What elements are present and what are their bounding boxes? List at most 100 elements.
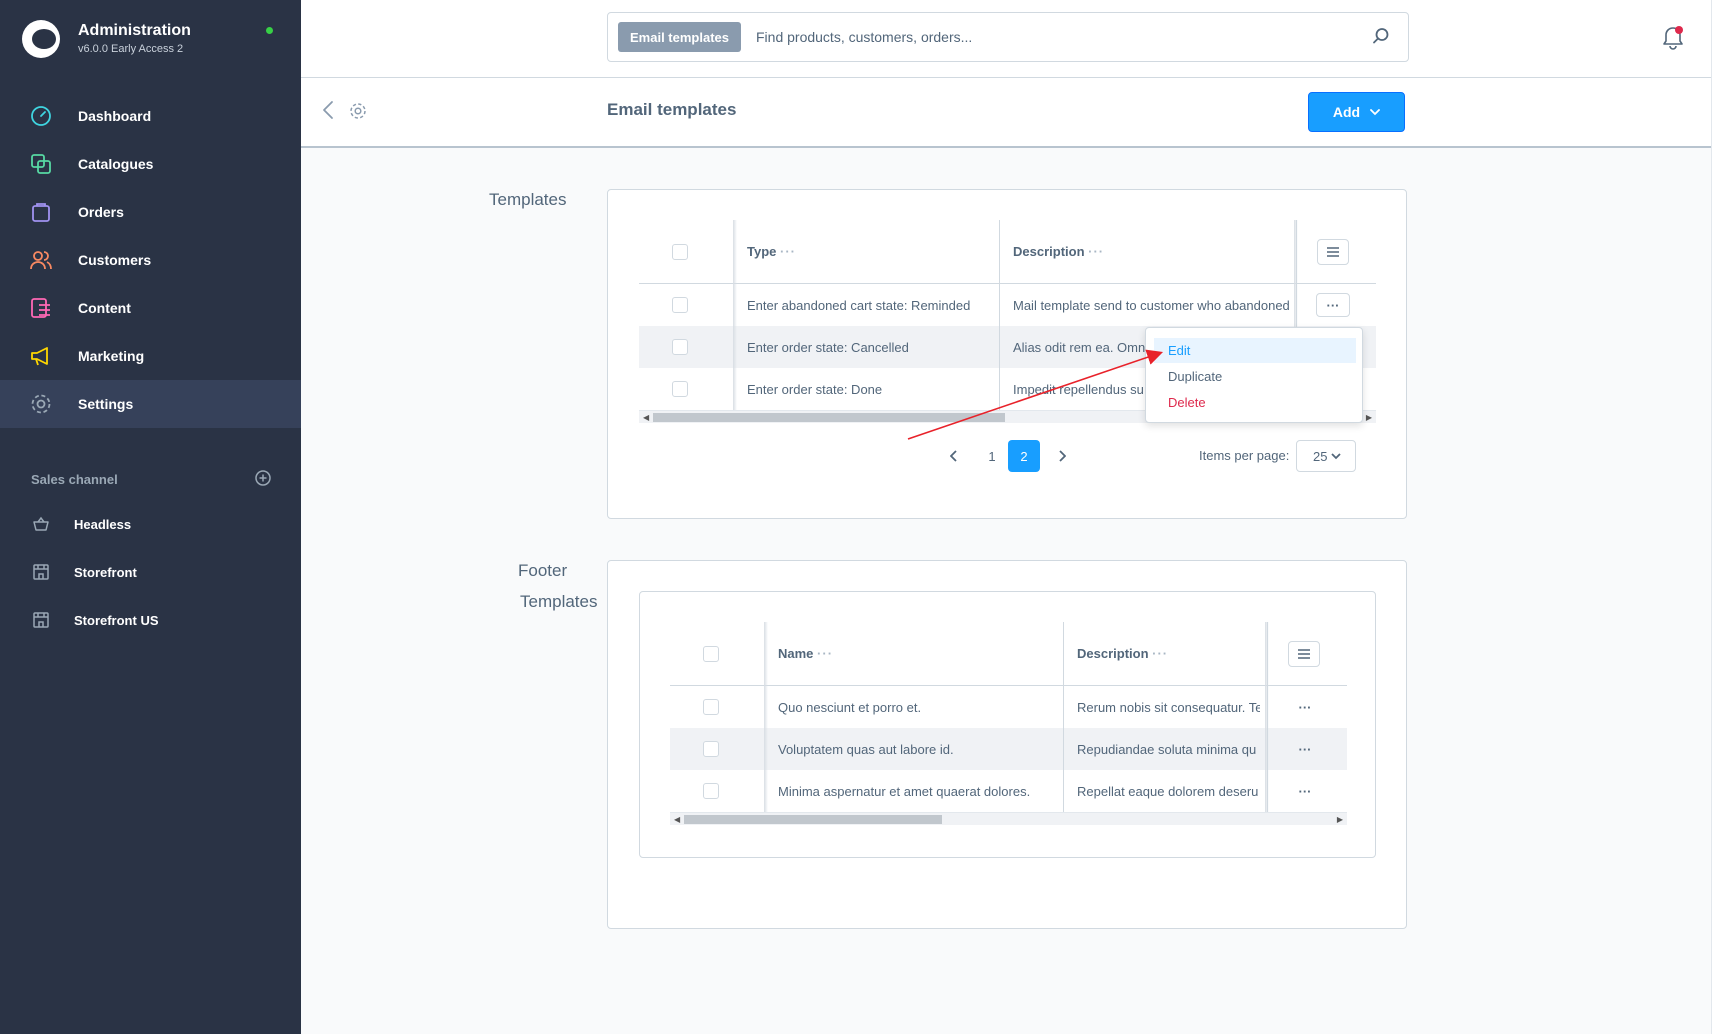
select-all-checkbox[interactable] <box>703 646 719 662</box>
top-bar: Email templates <box>301 0 1717 78</box>
sales-channel-list: Headless Storefront Storefront US <box>0 500 301 644</box>
sidebar-item-customers[interactable]: Customers <box>0 236 301 284</box>
table-row[interactable]: Voluptatem quas aut labore id. Repudiand… <box>670 728 1347 770</box>
scroll-thumb[interactable] <box>653 413 1005 422</box>
row-context-menu: Edit Duplicate Delete <box>1145 327 1363 423</box>
sidebar-item-marketing[interactable]: Marketing <box>0 332 301 380</box>
cell-name: Minima aspernatur et amet quaerat dolore… <box>778 783 1031 799</box>
sidebar-item-orders[interactable]: Orders <box>0 188 301 236</box>
column-header-description[interactable]: Description <box>1013 244 1085 259</box>
column-menu-icon[interactable]: ··· <box>1152 646 1168 661</box>
brand[interactable]: Administration v6.0.0 Early Access 2 <box>22 20 191 58</box>
back-arrow-icon[interactable] <box>321 100 339 122</box>
search-icon[interactable] <box>1372 27 1392 47</box>
main-nav: Dashboard Catalogues Orders Customers Co… <box>0 92 301 428</box>
column-header-name[interactable]: Name <box>778 646 813 661</box>
cell-description: Repellat eaque dolorem deseru <box>1077 783 1259 799</box>
content-icon <box>30 297 52 319</box>
templates-section-label: Templates <box>489 190 567 209</box>
horizontal-scrollbar[interactable]: ◀ ▶ <box>670 812 1347 825</box>
add-button[interactable]: Add <box>1308 92 1405 132</box>
column-header-type[interactable]: Type <box>747 244 776 259</box>
sidebar-item-label: Catalogues <box>78 156 154 172</box>
page-button-1[interactable]: 1 <box>976 440 1008 472</box>
sales-channel-storefront[interactable]: Storefront <box>0 548 301 596</box>
sidebar-item-label: Settings <box>78 396 134 412</box>
row-checkbox[interactable] <box>672 339 688 355</box>
scroll-thumb[interactable] <box>684 815 942 824</box>
column-divider <box>733 220 737 410</box>
column-menu-icon[interactable]: ··· <box>780 244 796 259</box>
grid-settings-button[interactable] <box>1288 641 1320 667</box>
row-actions-button[interactable]: ··· <box>1288 779 1322 803</box>
prev-page-icon[interactable] <box>938 440 970 472</box>
chevron-down-icon <box>1370 109 1381 116</box>
more-dots-icon: ··· <box>1326 297 1340 313</box>
scroll-right-icon[interactable]: ▶ <box>1337 815 1343 824</box>
scroll-right-icon[interactable]: ▶ <box>1366 413 1372 422</box>
row-checkbox[interactable] <box>703 699 719 715</box>
column-header-description[interactable]: Description <box>1077 646 1149 661</box>
basket-icon <box>30 513 52 535</box>
grid-header: Type ··· Description ··· <box>639 220 1376 284</box>
app-version: v6.0.0 Early Access 2 <box>78 43 184 55</box>
hamburger-icon <box>1327 247 1339 257</box>
sidebar-item-label: Customers <box>78 252 152 268</box>
sales-channel-label: Storefront US <box>74 612 159 628</box>
row-actions-button[interactable]: ··· <box>1288 695 1322 719</box>
sidebar-item-dashboard[interactable]: Dashboard <box>0 92 301 140</box>
row-checkbox[interactable] <box>703 783 719 799</box>
sales-channel-heading: Sales channel <box>31 470 271 489</box>
orders-icon <box>30 201 52 223</box>
sidebar-item-label: Marketing <box>78 348 145 364</box>
context-menu-edit[interactable]: Edit <box>1154 338 1356 363</box>
table-row[interactable]: Minima aspernatur et amet quaerat dolore… <box>670 770 1347 812</box>
settings-gear-icon[interactable] <box>349 102 367 120</box>
footer-section-label-line2: Templates <box>520 592 598 611</box>
page-title: Email templates <box>607 100 737 119</box>
cell-type: Enter order state: Done <box>747 381 883 397</box>
sidebar-item-settings[interactable]: Settings <box>0 380 301 428</box>
search-input[interactable] <box>756 29 1356 45</box>
dashboard-icon <box>30 105 52 127</box>
column-divider <box>1063 622 1064 812</box>
row-checkbox[interactable] <box>672 381 688 397</box>
cell-type: Enter order state: Cancelled <box>747 339 909 355</box>
pagination: 1 2 <box>938 440 1078 472</box>
table-row[interactable]: Enter abandoned cart state: Reminded Mai… <box>639 284 1376 326</box>
row-checkbox[interactable] <box>672 297 688 313</box>
context-menu-delete[interactable]: Delete <box>1154 390 1356 415</box>
storefront-icon <box>30 561 52 583</box>
global-search: Email templates <box>607 12 1409 62</box>
sales-channel-headless[interactable]: Headless <box>0 500 301 548</box>
scroll-left-icon[interactable]: ◀ <box>643 413 649 422</box>
row-actions-button[interactable]: ··· <box>1316 293 1350 317</box>
context-menu-duplicate[interactable]: Duplicate <box>1154 364 1356 389</box>
sidebar-item-content[interactable]: Content <box>0 284 301 332</box>
select-all-checkbox[interactable] <box>672 244 688 260</box>
add-sales-channel-icon[interactable] <box>255 470 271 489</box>
row-actions-button[interactable]: ··· <box>1288 737 1322 761</box>
sales-channel-storefront-us[interactable]: Storefront US <box>0 596 301 644</box>
more-dots-icon: ··· <box>1298 699 1312 715</box>
scroll-left-icon[interactable]: ◀ <box>674 815 680 824</box>
column-menu-icon[interactable]: ··· <box>1088 244 1104 259</box>
page-button-2[interactable]: 2 <box>1008 440 1040 472</box>
search-type-tag[interactable]: Email templates <box>618 22 741 52</box>
items-per-page-select[interactable]: 25 <box>1296 440 1356 472</box>
grid-header: Name ··· Description ··· <box>670 622 1347 686</box>
sales-channel-label: Headless <box>74 516 132 532</box>
table-row[interactable]: Quo nesciunt et porro et. Rerum nobis si… <box>670 686 1347 728</box>
row-checkbox[interactable] <box>703 741 719 757</box>
column-divider <box>1267 622 1268 812</box>
sidebar-item-catalogues[interactable]: Catalogues <box>0 140 301 188</box>
customers-icon <box>30 249 52 271</box>
chevron-down-icon <box>1331 453 1341 460</box>
cell-type: Enter abandoned cart state: Reminded <box>747 297 971 313</box>
column-menu-icon[interactable]: ··· <box>817 646 833 661</box>
grid-settings-button[interactable] <box>1317 239 1349 265</box>
next-page-icon[interactable] <box>1046 440 1078 472</box>
column-divider <box>999 220 1000 410</box>
cell-description: Rerum nobis sit consequatur. Te <box>1077 699 1260 715</box>
storefront-icon <box>30 609 52 631</box>
